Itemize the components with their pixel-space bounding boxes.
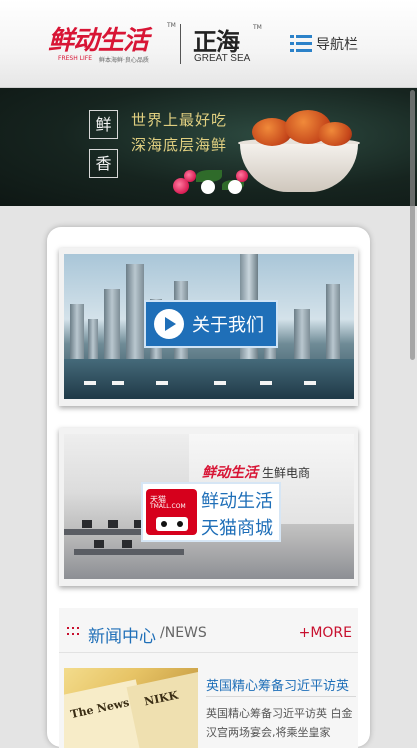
tmall-logo-sub: TMALL.COM <box>150 503 186 510</box>
trademark-mark: TM <box>167 22 176 29</box>
news-subtitle: /NEWS <box>160 625 207 641</box>
fresh-life-logo[interactable]: 鲜动生活 TM FRESH LIFE 鲜本海鲜·良心品质 <box>48 20 176 68</box>
crab-image <box>318 122 352 146</box>
nav-menu-label: 导航栏 <box>316 37 358 53</box>
about-us-button[interactable]: 关于我们 <box>144 300 278 348</box>
office-wall-logo: 鲜动生活 <box>202 465 258 481</box>
tmall-store-button[interactable]: 天猫 TMALL.COM 鲜动生活 天猫商城 <box>141 482 281 542</box>
news-title: 新闻中心 <box>88 627 156 647</box>
great-sea-logo[interactable]: 正海 TM GREAT SEA <box>193 22 263 66</box>
news-header: 新闻中心 /NEWS +MORE <box>59 608 358 653</box>
office-image: 鲜动生活 生鲜电商 天猫 TMALL.COM 鲜动生活 天猫商城 <box>64 434 354 579</box>
news-more-link[interactable]: +MORE <box>299 625 352 641</box>
flower-decoration <box>184 170 196 182</box>
about-us-card[interactable]: 关于我们 <box>59 248 358 406</box>
news-item-title[interactable]: 英国精心筹备习近平访英 <box>206 675 356 694</box>
tmall-cat-face-icon <box>156 517 188 531</box>
carousel-indicator-1[interactable] <box>201 180 215 194</box>
play-circle-icon <box>154 309 184 339</box>
tmall-store-card[interactable]: 鲜动生活 生鲜电商 天猫 TMALL.COM 鲜动生活 天猫商城 <box>59 428 358 586</box>
fresh-life-logo-en: FRESH LIFE <box>58 55 92 62</box>
fresh-life-logo-slogan: 鲜本海鲜·良心品质 <box>99 57 149 64</box>
fresh-life-logo-title: 鲜动生活 <box>48 26 149 56</box>
great-sea-logo-title: 正海 <box>193 27 240 56</box>
news-item-description: 英国精心筹备习近平访英 白金汉宫两场宴会,将乘坐皇家 <box>206 707 353 739</box>
tmall-store-line1: 鲜动生活 <box>201 491 273 512</box>
news-section: 新闻中心 /NEWS +MORE The News NIKK 英国精心筹备习近平… <box>59 608 358 748</box>
city-skyline-image: 关于我们 <box>64 254 354 399</box>
great-sea-logo-en: GREAT SEA <box>194 53 251 64</box>
carousel-indicator-2[interactable] <box>228 180 242 194</box>
seafood-bowl-body <box>240 144 358 192</box>
office-wall-text: 生鲜电商 <box>262 466 311 480</box>
news-item-divider <box>206 696 356 697</box>
about-us-label: 关于我们 <box>192 315 264 336</box>
nav-menu-button[interactable]: 导航栏 <box>290 32 358 56</box>
tmall-store-line2: 天猫商城 <box>201 518 273 539</box>
content-panel: 关于我们 鲜动生活 生鲜电商 天猫 TMALL.COM 鲜动生活 天猫商城 新闻… <box>47 227 370 748</box>
vertical-scrollbar[interactable] <box>410 90 415 360</box>
news-thumbnail[interactable]: The News NIKK <box>64 668 198 748</box>
banner-char-box-1: 鲜 <box>89 110 118 139</box>
tmall-logo-icon: 天猫 TMALL.COM <box>146 489 197 535</box>
banner-char-box-2: 香 <box>89 149 118 178</box>
list-menu-icon <box>290 35 312 53</box>
grid-dots-icon <box>67 627 79 637</box>
site-header: 鲜动生活 TM FRESH LIFE 鲜本海鲜·良心品质 正海 TM GREAT… <box>0 0 417 88</box>
banner-headline-2: 深海底层海鲜 <box>131 136 228 154</box>
logo-divider <box>180 24 181 64</box>
trademark-mark: TM <box>253 24 262 31</box>
banner-headline-1: 世界上最好吃 <box>131 111 228 129</box>
